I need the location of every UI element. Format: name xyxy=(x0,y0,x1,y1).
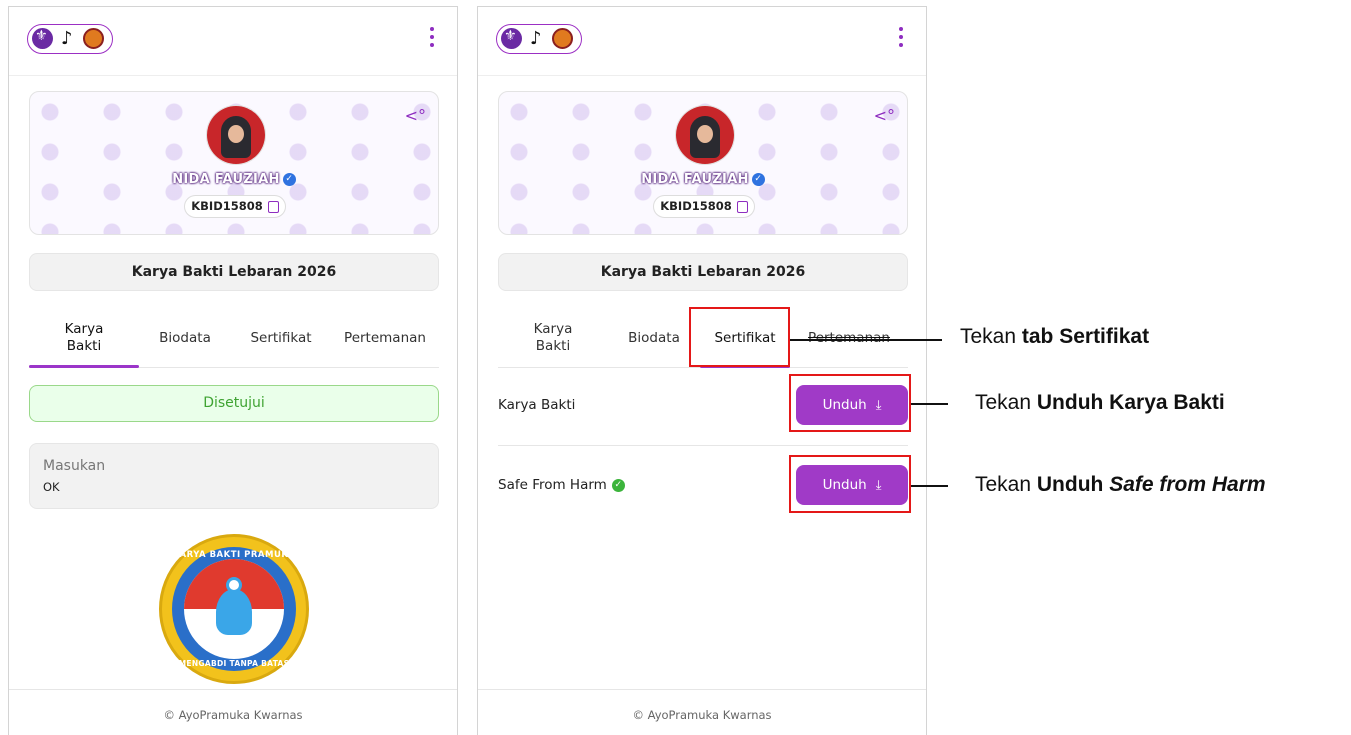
verified-badge-icon: ✓ xyxy=(751,173,765,186)
tab-biodata[interactable]: Biodata xyxy=(139,309,231,367)
profile-name-text: NIDA FAUZIAH xyxy=(641,172,749,187)
avatar xyxy=(206,105,266,165)
kwarnas-logo-icon xyxy=(83,28,104,49)
tab-biodata-label: Biodata xyxy=(628,329,680,346)
profile-name-text: NIDA FAUZIAH xyxy=(172,172,280,187)
connector-line xyxy=(911,403,948,405)
phone-screen-right: ♪ <° NIDA FAUZIAH✓ KBID15808 Karya Bakti… xyxy=(477,6,927,735)
member-id-pill[interactable]: KBID15808 xyxy=(653,195,755,218)
kwarnas-logo-icon xyxy=(552,28,573,49)
tab-bar: Karya Bakti Biodata Sertifikat Pertemana… xyxy=(29,309,439,368)
karya-bakti-emblem: KARYA BAKTI PRAMUKA MENGABDI TANPA BATAS xyxy=(159,534,309,684)
annotation-download-safe-from-harm: Tekan Unduh Safe from Harm xyxy=(975,473,1266,496)
tab-biodata[interactable]: Biodata xyxy=(608,309,700,367)
member-id: KBID15808 xyxy=(660,199,732,213)
status-badge: Disetujui xyxy=(29,385,439,422)
feedback-box: Masukan OK xyxy=(29,443,439,509)
kebab-menu-icon[interactable] xyxy=(429,27,435,51)
phone-screen-left: ♪ <° NIDA FAUZIAH✓ KBID15808 Karya Bakti… xyxy=(8,6,458,735)
scout-logo-icon xyxy=(32,28,53,49)
tab-karya-bakti[interactable]: Karya Bakti xyxy=(498,309,608,367)
emblem-top-text: KARYA BAKTI PRAMUKA xyxy=(172,550,296,560)
profile-card: <° NIDA FAUZIAH ✓ KBID15808 xyxy=(29,91,439,235)
certificate-label-text: Safe From Harm xyxy=(498,477,607,493)
copy-icon[interactable] xyxy=(267,200,279,213)
tab-sertifikat[interactable]: Sertifikat xyxy=(231,309,331,367)
tab-pertemanan[interactable]: Pertemanan xyxy=(331,309,439,367)
highlight-download-karya-bakti xyxy=(789,374,911,432)
tunas-kelapa-icon: ♪ xyxy=(530,28,542,49)
check-circle-icon: ✓ xyxy=(611,478,625,492)
annotation-download-karya-bakti: Tekan Unduh Karya Bakti xyxy=(975,391,1225,414)
scout-logo-icon xyxy=(501,28,522,49)
connector-line xyxy=(790,339,942,341)
tunas-kelapa-icon: ♪ xyxy=(61,28,73,49)
member-id: KBID15808 xyxy=(191,199,263,213)
app-logo[interactable]: ♪ xyxy=(496,24,582,54)
certificate-label: Karya Bakti xyxy=(498,397,576,413)
tab-karya-bakti[interactable]: Karya Bakti xyxy=(29,309,139,368)
share-icon[interactable]: <° xyxy=(874,106,895,125)
share-icon[interactable]: <° xyxy=(405,106,426,125)
profile-name: NIDA FAUZIAH ✓ xyxy=(30,172,438,187)
footer-copyright: © AyoPramuka Kwarnas xyxy=(478,689,926,735)
event-title: Karya Bakti Lebaran 2026 xyxy=(29,253,439,291)
tab-pertemanan[interactable]: Pertemanan xyxy=(790,309,908,367)
kebab-menu-icon[interactable] xyxy=(898,27,904,51)
event-title: Karya Bakti Lebaran 2026 xyxy=(498,253,908,291)
annotation-tap-sertifikat: Tekan tab Sertifikat xyxy=(960,325,1150,348)
highlight-download-safe-from-harm xyxy=(789,455,911,513)
top-bar: ♪ xyxy=(9,7,457,76)
copy-icon[interactable] xyxy=(736,200,748,213)
highlight-tab-sertifikat xyxy=(689,307,790,367)
avatar xyxy=(675,105,735,165)
verified-badge-icon: ✓ xyxy=(282,173,296,186)
app-logo[interactable]: ♪ xyxy=(27,24,113,54)
top-bar: ♪ xyxy=(478,7,926,76)
tab-pertemanan-label: Pertemanan xyxy=(344,329,426,346)
tab-sertifikat-label: Sertifikat xyxy=(250,329,312,346)
member-id-pill[interactable]: KBID15808 xyxy=(184,195,286,218)
tab-karya-bakti-label: Karya Bakti xyxy=(533,321,573,354)
feedback-value: OK xyxy=(43,480,60,494)
certificate-label: Safe From Harm ✓ xyxy=(498,445,625,525)
tab-karya-bakti-label: Karya Bakti xyxy=(64,321,104,354)
footer-copyright: © AyoPramuka Kwarnas xyxy=(9,689,457,735)
tab-pertemanan-label: Pertemanan xyxy=(808,329,890,346)
tab-biodata-label: Biodata xyxy=(159,329,211,346)
connector-line xyxy=(911,485,948,487)
profile-card: <° NIDA FAUZIAH ✓ KBID15808 xyxy=(498,91,908,235)
feedback-label: Masukan xyxy=(43,458,106,474)
profile-name: NIDA FAUZIAH ✓ xyxy=(499,172,907,187)
emblem-bottom-text: MENGABDI TANPA BATAS xyxy=(178,659,290,668)
